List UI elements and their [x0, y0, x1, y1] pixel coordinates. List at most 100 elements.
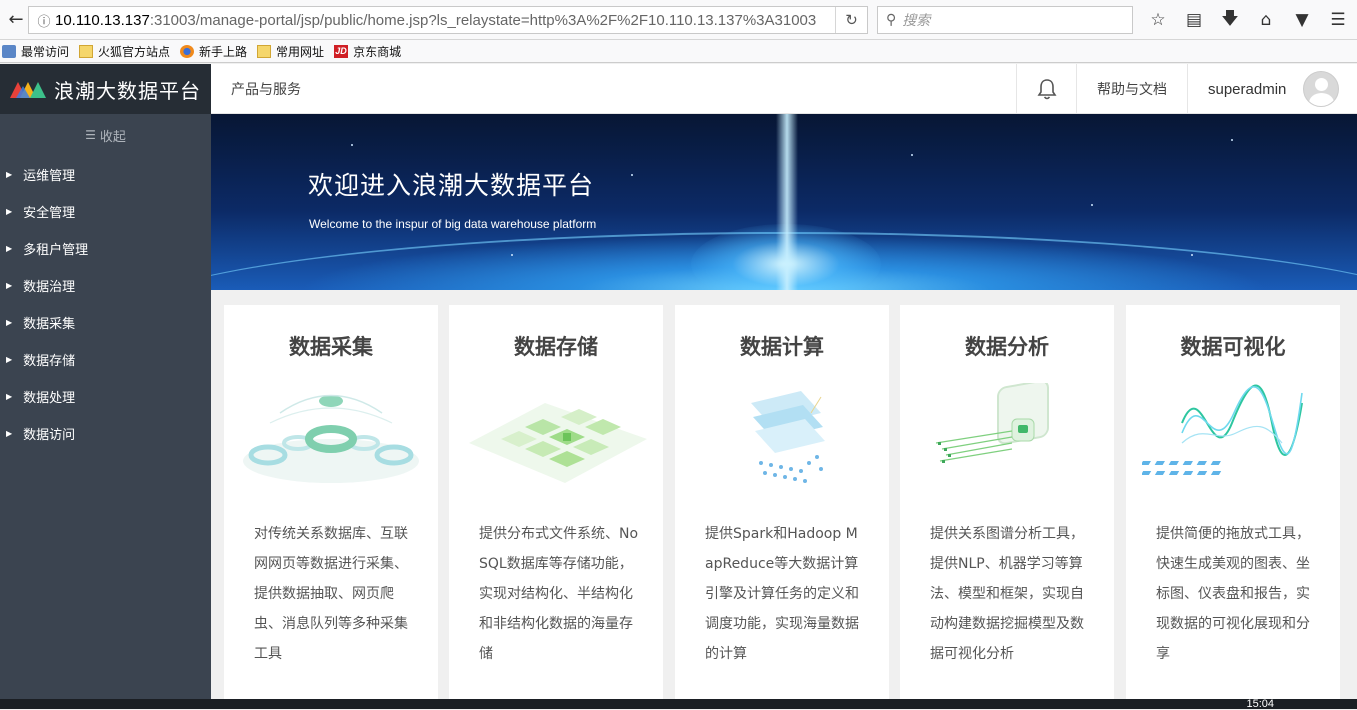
sidebar-item-security[interactable]: ▶ 安全管理 [0, 193, 211, 230]
folder-icon [257, 44, 272, 58]
bookmark-most-visited[interactable]: 最常访问 [2, 43, 69, 60]
sidebar-item-processing[interactable]: ▶ 数据处理 [0, 378, 211, 415]
sidebar-item-access[interactable]: ▶ 数据访问 [0, 415, 211, 452]
card-data-visualization[interactable]: 数据可视化 提供简便的拖放式工具，快速生成美观的图表、坐标图、仪表盘和报告，实现… [1126, 305, 1340, 705]
sidebar-item-collection[interactable]: ▶ 数据采集 [0, 304, 211, 341]
bookmark-firefox-official[interactable]: 火狐官方站点 [79, 43, 170, 60]
sidebar-item-ops[interactable]: ▶ 运维管理 [0, 156, 211, 193]
help-docs-link[interactable]: 帮助与文档 [1076, 64, 1187, 114]
help-label: 帮助与文档 [1097, 82, 1167, 98]
username: superadmin [1208, 80, 1287, 98]
sidebar-item-governance[interactable]: ▶ 数据治理 [0, 267, 211, 304]
top-nav: 产品与服务 帮助与文档 superadmin [211, 64, 1357, 114]
home-icon[interactable]: ⌂ [1248, 10, 1284, 30]
star-dot [1091, 204, 1093, 206]
card-data-analysis[interactable]: 数据分析 提供关系图谱分析工具，提供NLP、机器学习等算法、模型和框架，实现自动… [900, 305, 1114, 705]
star-dot [1231, 139, 1233, 141]
download-icon[interactable]: 🡇 [1212, 6, 1248, 35]
jd-icon: JD [334, 44, 349, 58]
star-dot [351, 144, 353, 146]
card-description: 对传统关系数据库、互联网网页等数据进行采集、提供数据抽取、网页爬虫、消息队列等多… [254, 526, 408, 662]
sidebar: 浪潮大数据平台 ☰ 收起 ▶ 运维管理 ▶ 安全管理 ▶ 多租户管理 ▶ 数据治理 ▶ 数… [0, 64, 211, 699]
os-taskbar: 15:04 [0, 698, 1357, 710]
toolbar-icons: ☆ ▤ 🡇 ⌂ ▼ ☰ [1140, 6, 1356, 34]
products-menu[interactable]: 产品与服务 [231, 79, 301, 99]
data-computing-illustration [751, 391, 825, 483]
sidebar-item-tenants[interactable]: ▶ 多租户管理 [0, 230, 211, 267]
card-data-computing[interactable]: 数据计算 提供Spark和Hadoop MapReduce等大数据计算引擎及计算… [675, 305, 889, 705]
caret-right-icon: ▶ [6, 392, 13, 401]
sidebar-item-label: 运维管理 [23, 169, 76, 184]
data-storage-illustration [469, 403, 647, 483]
search-placeholder: 搜索 [902, 13, 931, 29]
reading-list-icon[interactable]: ▤ [1176, 10, 1212, 30]
bookmark-star-icon[interactable]: ☆ [1140, 10, 1176, 30]
logo-icon [10, 82, 46, 98]
data-analysis-illustration [935, 383, 1049, 463]
banner-light-beam [776, 114, 798, 290]
back-arrow-icon[interactable]: ← [2, 6, 30, 34]
caret-right-icon: ▶ [6, 429, 13, 438]
card-data-collection[interactable]: 数据采集 对传统关系数据库、互联网网页等数据进行采集、提供数据抽取、网页爬虫、消… [224, 305, 438, 705]
taskbar-clock: 15:04 [1246, 698, 1274, 710]
caret-right-icon: ▶ [6, 281, 13, 290]
menu-icon[interactable]: ☰ [1320, 10, 1356, 30]
collapse-button[interactable]: ☰ 收起 [0, 114, 211, 156]
card-description: 提供简便的拖放式工具，快速生成美观的图表、坐标图、仪表盘和报告，实现数据的可视化… [1156, 526, 1310, 662]
pocket-icon[interactable]: ▼ [1284, 10, 1320, 30]
feature-cards: 数据采集 对传统关系数据库、互联网网页等数据进行采集、提供数据抽取、网页爬虫、消… [211, 290, 1357, 705]
sidebar-item-label: 多租户管理 [23, 243, 89, 258]
card-title: 数据计算 [740, 335, 824, 359]
sidebar-item-label: 数据治理 [23, 280, 76, 295]
card-title: 数据可视化 [1180, 335, 1286, 359]
card-description: 提供关系图谱分析工具，提供NLP、机器学习等算法、模型和框架，实现自动构建数据挖… [930, 526, 1084, 662]
caret-right-icon: ▶ [6, 207, 13, 216]
info-icon[interactable]: ⓘ [33, 11, 55, 30]
bookmarks-bar: 最常访问 火狐官方站点 新手上路 常用网址 JD 京东商城 [0, 40, 1357, 63]
welcome-banner: 欢迎进入浪潮大数据平台 Welcome to the inspur of big… [211, 114, 1357, 290]
caret-right-icon: ▶ [6, 318, 13, 327]
bell-icon [1037, 79, 1056, 100]
reload-icon[interactable]: ↻ [835, 7, 867, 33]
card-data-storage[interactable]: 数据存储 提供分布式文件系统、NoSQL数据库等存储功能，实现对结构化、半结构化… [449, 305, 663, 705]
bookmark-label: 新手上路 [199, 44, 248, 59]
banner-title: 欢迎进入浪潮大数据平台 [308, 171, 595, 200]
user-menu[interactable]: superadmin [1187, 64, 1357, 114]
bookmark-jd[interactable]: JD 京东商城 [334, 43, 401, 60]
bookmark-common-sites[interactable]: 常用网址 [257, 43, 324, 60]
url-path: :31003/manage-portal/jsp/public/home.jsp… [149, 11, 817, 29]
address-bar[interactable]: ⓘ 10.110.13.137:31003/manage-portal/jsp/… [28, 6, 868, 34]
sidebar-item-label: 数据访问 [23, 428, 76, 443]
star-dot [631, 174, 633, 176]
bookmark-getting-started[interactable]: 新手上路 [180, 43, 247, 60]
sidebar-item-label: 数据处理 [23, 391, 76, 406]
sidebar-item-label: 安全管理 [23, 206, 76, 221]
banner-subtitle: Welcome to the inspur of big data wareho… [309, 217, 597, 231]
collapse-icon: ☰ [85, 128, 96, 142]
caret-right-icon: ▶ [6, 244, 13, 253]
sidebar-item-label: 数据存储 [23, 354, 76, 369]
bookmark-label: 常用网址 [276, 44, 325, 59]
url-host: 10.110.13.137 [55, 11, 150, 29]
bookmark-label: 最常访问 [21, 44, 70, 59]
star-dot [911, 154, 913, 156]
sidebar-item-label: 数据采集 [23, 317, 76, 332]
bookmark-label: 火狐官方站点 [98, 44, 171, 59]
data-collection-illustration [243, 394, 419, 483]
sidebar-item-storage[interactable]: ▶ 数据存储 [0, 341, 211, 378]
card-title: 数据采集 [289, 335, 373, 359]
firefox-icon [180, 44, 195, 58]
card-description: 提供Spark和Hadoop MapReduce等大数据计算引擎及计算任务的定义… [705, 526, 859, 662]
caret-right-icon: ▶ [6, 355, 13, 364]
logo-text: 浪潮大数据平台 [54, 78, 201, 103]
logo-area[interactable]: 浪潮大数据平台 [0, 64, 211, 114]
app-container: 浪潮大数据平台 ☰ 收起 ▶ 运维管理 ▶ 安全管理 ▶ 多租户管理 ▶ 数据治理 ▶ 数… [0, 64, 1357, 705]
notifications-button[interactable] [1016, 64, 1076, 114]
bookmark-label: 京东商城 [353, 44, 402, 59]
avatar[interactable] [1303, 71, 1339, 107]
search-icon: ⚲ [886, 12, 897, 28]
folder-icon [79, 44, 94, 58]
data-visualization-illustration [1142, 384, 1303, 475]
star-dot [1191, 254, 1193, 256]
search-input[interactable]: ⚲ 搜索 [877, 6, 1133, 34]
